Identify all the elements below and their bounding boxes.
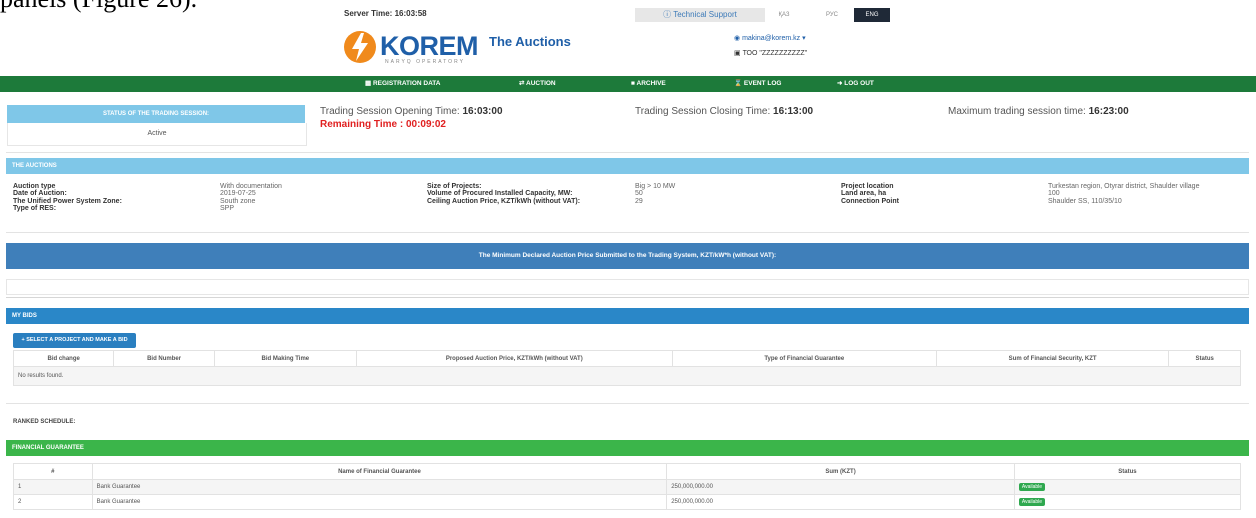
divider: [6, 152, 1249, 153]
minimum-price-value: [6, 279, 1249, 295]
auctions-heading: THE AUCTIONS: [6, 158, 1249, 174]
col-proposed-price: Proposed Auction Price, KZT/kWh (without…: [355, 350, 673, 367]
row-sum: 250,000,000.00: [666, 479, 1015, 495]
auction-details-col2-values: Big > 10 MW 50 29: [635, 183, 676, 205]
col-guarantee-status: Status: [1013, 463, 1242, 480]
company-name: ▣ ТОО "ZZZZZZZZZZ": [734, 49, 807, 57]
closing-time: Trading Session Closing Time: 16:13:00: [635, 106, 814, 117]
nav-event-log[interactable]: ⌛ EVENT LOG: [734, 76, 781, 92]
max-session-time: Maximum trading session time: 16:23:00: [948, 106, 1129, 117]
row-name: Bank Guarantee: [91, 479, 668, 495]
nav-log-out[interactable]: ➜ LOG OUT: [837, 76, 874, 92]
nav-archive[interactable]: ■ ARCHIVE: [631, 76, 666, 92]
caret-down-icon: ▾: [802, 35, 806, 42]
row-name: Bank Guarantee: [91, 494, 668, 510]
guarantee-table-header: # Name of Financial Guarantee Sum (KZT) …: [13, 463, 1242, 480]
nav-registration-data[interactable]: ▦ REGISTRATION DATA: [365, 76, 440, 92]
table-row: 1 Bank Guarantee 250,000,000.00 Availabl…: [13, 479, 1242, 495]
user-icon: ◉: [734, 35, 741, 42]
divider: [6, 403, 1249, 404]
lang-eng[interactable]: ENG: [854, 8, 890, 22]
bids-table-header: Bid change Bid Number Bid Making Time Pr…: [12, 350, 1241, 367]
table-row: 2 Bank Guarantee 250,000,000.00 Availabl…: [13, 494, 1242, 510]
auction-details-col3-values: Turkestan region, Otyrar district, Shaul…: [1048, 183, 1200, 205]
server-time-value: 16:03:58: [394, 9, 427, 18]
auction-details-col1-values: With documentation 2019-07-25 South zone…: [220, 183, 282, 213]
row-status: Available: [1013, 479, 1242, 495]
trading-status-heading: STATUS OF THE TRADING SESSION:: [7, 105, 305, 123]
main-navbar: ▦ REGISTRATION DATA ⇄ AUCTION ■ ARCHIVE …: [0, 76, 1256, 92]
technical-support-button[interactable]: ⓘ Technical Support: [635, 8, 765, 22]
lang-kaz[interactable]: ҚАЗ: [770, 8, 798, 22]
col-status: Status: [1168, 350, 1241, 367]
logo-text: KOREM: [380, 31, 479, 61]
minimum-price-bar: The Minimum Declared Auction Price Submi…: [6, 243, 1249, 269]
user-menu[interactable]: ◉ makina@korem.kz ▾: [734, 34, 806, 42]
col-bid-time: Bid Making Time: [213, 350, 357, 367]
status-badge: Available: [1018, 483, 1046, 491]
table-row: No results found.: [13, 366, 1241, 386]
auction-details-col3-keys: Project location Land area, ha Connectio…: [841, 183, 899, 205]
logo-subtitle: NARYQ OPERATORY: [385, 59, 465, 65]
globe-icon: ⓘ: [663, 10, 672, 19]
ranked-schedule-label: RANKED SCHEDULE:: [13, 419, 76, 425]
row-number: 2: [13, 494, 93, 510]
technical-support-label: Technical Support: [673, 10, 737, 19]
col-sum: Sum (KZT): [666, 463, 1015, 480]
document-caption: panels (Figure 26).: [0, 0, 197, 14]
trading-status-value: Active: [7, 123, 307, 146]
user-email: makina@korem.kz: [742, 35, 801, 42]
remaining-time: Remaining Time : 00:09:02: [320, 119, 446, 130]
opening-time: Trading Session Opening Time: 16:03:00: [320, 106, 503, 117]
col-guarantee-name: Name of Financial Guarantee: [91, 463, 668, 480]
company-label: ТОО "ZZZZZZZZZZ": [742, 50, 808, 57]
divider: [6, 232, 1249, 233]
col-number: #: [13, 463, 93, 480]
financial-guarantee-heading: FINANCIAL GUARANTEE: [6, 440, 1249, 456]
guarantee-table: # Name of Financial Guarantee Sum (KZT) …: [13, 463, 1242, 510]
divider: [6, 297, 1249, 298]
logo-icon: [343, 29, 377, 65]
bids-table: Bid change Bid Number Bid Making Time Pr…: [12, 350, 1241, 386]
row-status: Available: [1013, 494, 1242, 510]
col-bid-number: Bid Number: [113, 350, 215, 367]
page-title: The Auctions: [489, 34, 571, 49]
col-security-sum: Sum of Financial Security, KZT: [935, 350, 1170, 367]
no-results: No results found.: [13, 366, 1241, 386]
auction-details-col1-keys: Auction type Date of Auction: The Unifie…: [13, 183, 122, 213]
status-badge: Available: [1018, 498, 1046, 506]
make-bid-button[interactable]: + SELECT A PROJECT AND MAKE A BID: [13, 333, 136, 348]
row-sum: 250,000,000.00: [666, 494, 1015, 510]
building-icon: ▣: [734, 50, 741, 57]
server-time: Server Time: 16:03:58: [344, 9, 427, 18]
nav-auction[interactable]: ⇄ AUCTION: [519, 76, 556, 92]
row-number: 1: [13, 479, 93, 495]
lang-rus[interactable]: РУС: [818, 8, 846, 22]
col-bid-change: Bid change: [12, 350, 115, 367]
my-bids-heading: MY BIDS: [6, 308, 1249, 324]
server-time-label: Server Time:: [344, 9, 393, 18]
auction-details-col2-keys: Size of Projects: Volume of Procured Ins…: [427, 183, 581, 205]
col-guarantee-type: Type of Financial Guarantee: [671, 350, 937, 367]
